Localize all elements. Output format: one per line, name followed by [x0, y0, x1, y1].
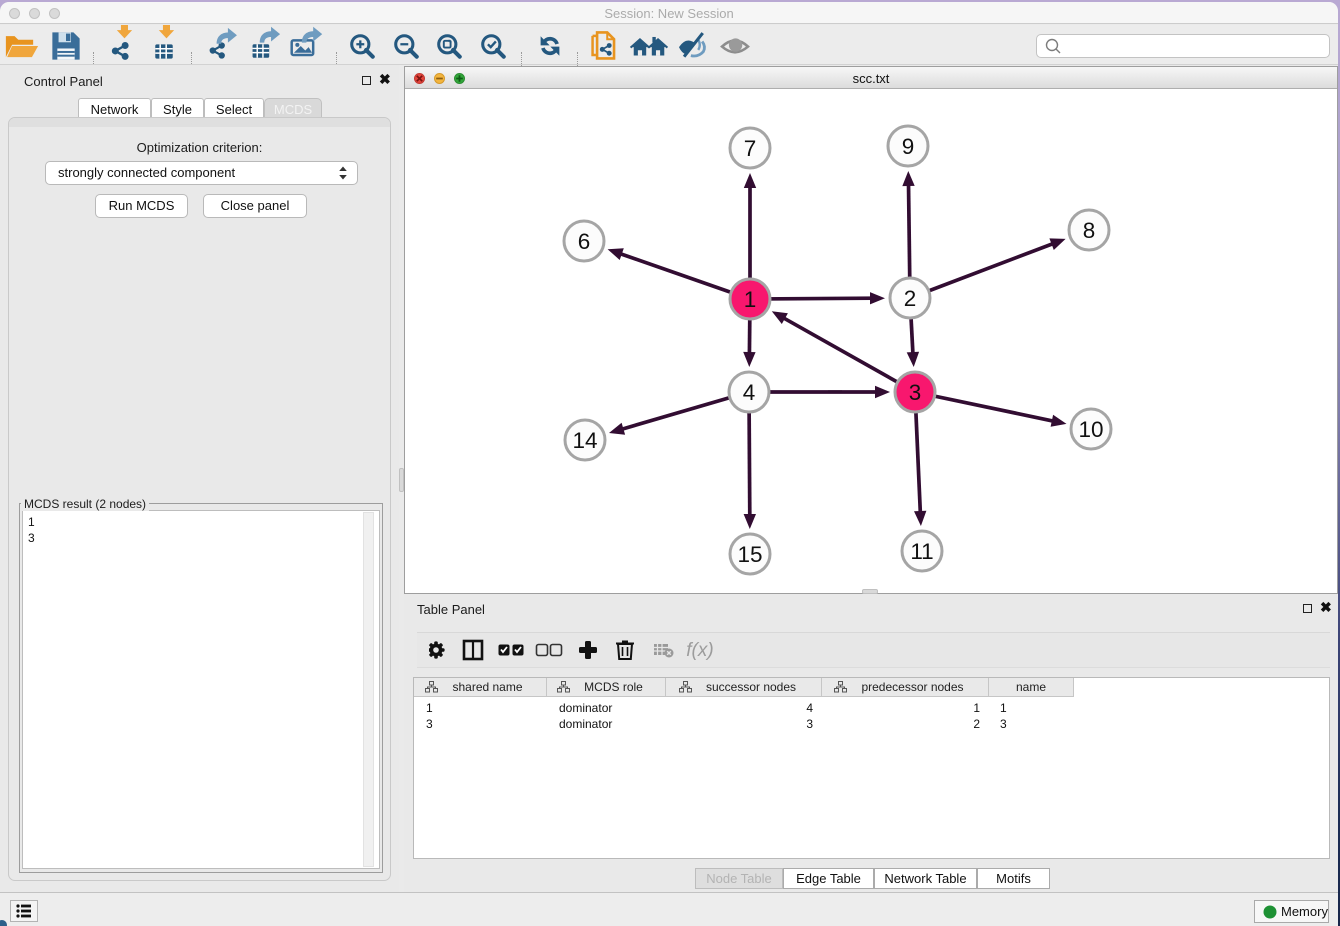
- svg-text:1: 1: [744, 287, 757, 312]
- svg-text:10: 10: [1078, 417, 1103, 442]
- svg-text:2: 2: [904, 286, 917, 311]
- svg-text:9: 9: [902, 134, 915, 159]
- svg-text:6: 6: [578, 229, 591, 254]
- svg-text:15: 15: [737, 542, 762, 567]
- svg-text:f(x): f(x): [686, 640, 713, 661]
- svg-text:8: 8: [1083, 218, 1096, 243]
- svg-text:7: 7: [744, 136, 757, 161]
- svg-text:14: 14: [572, 428, 597, 453]
- svg-text:3: 3: [909, 380, 922, 405]
- svg-text:4: 4: [743, 380, 756, 405]
- svg-text:11: 11: [910, 539, 933, 564]
